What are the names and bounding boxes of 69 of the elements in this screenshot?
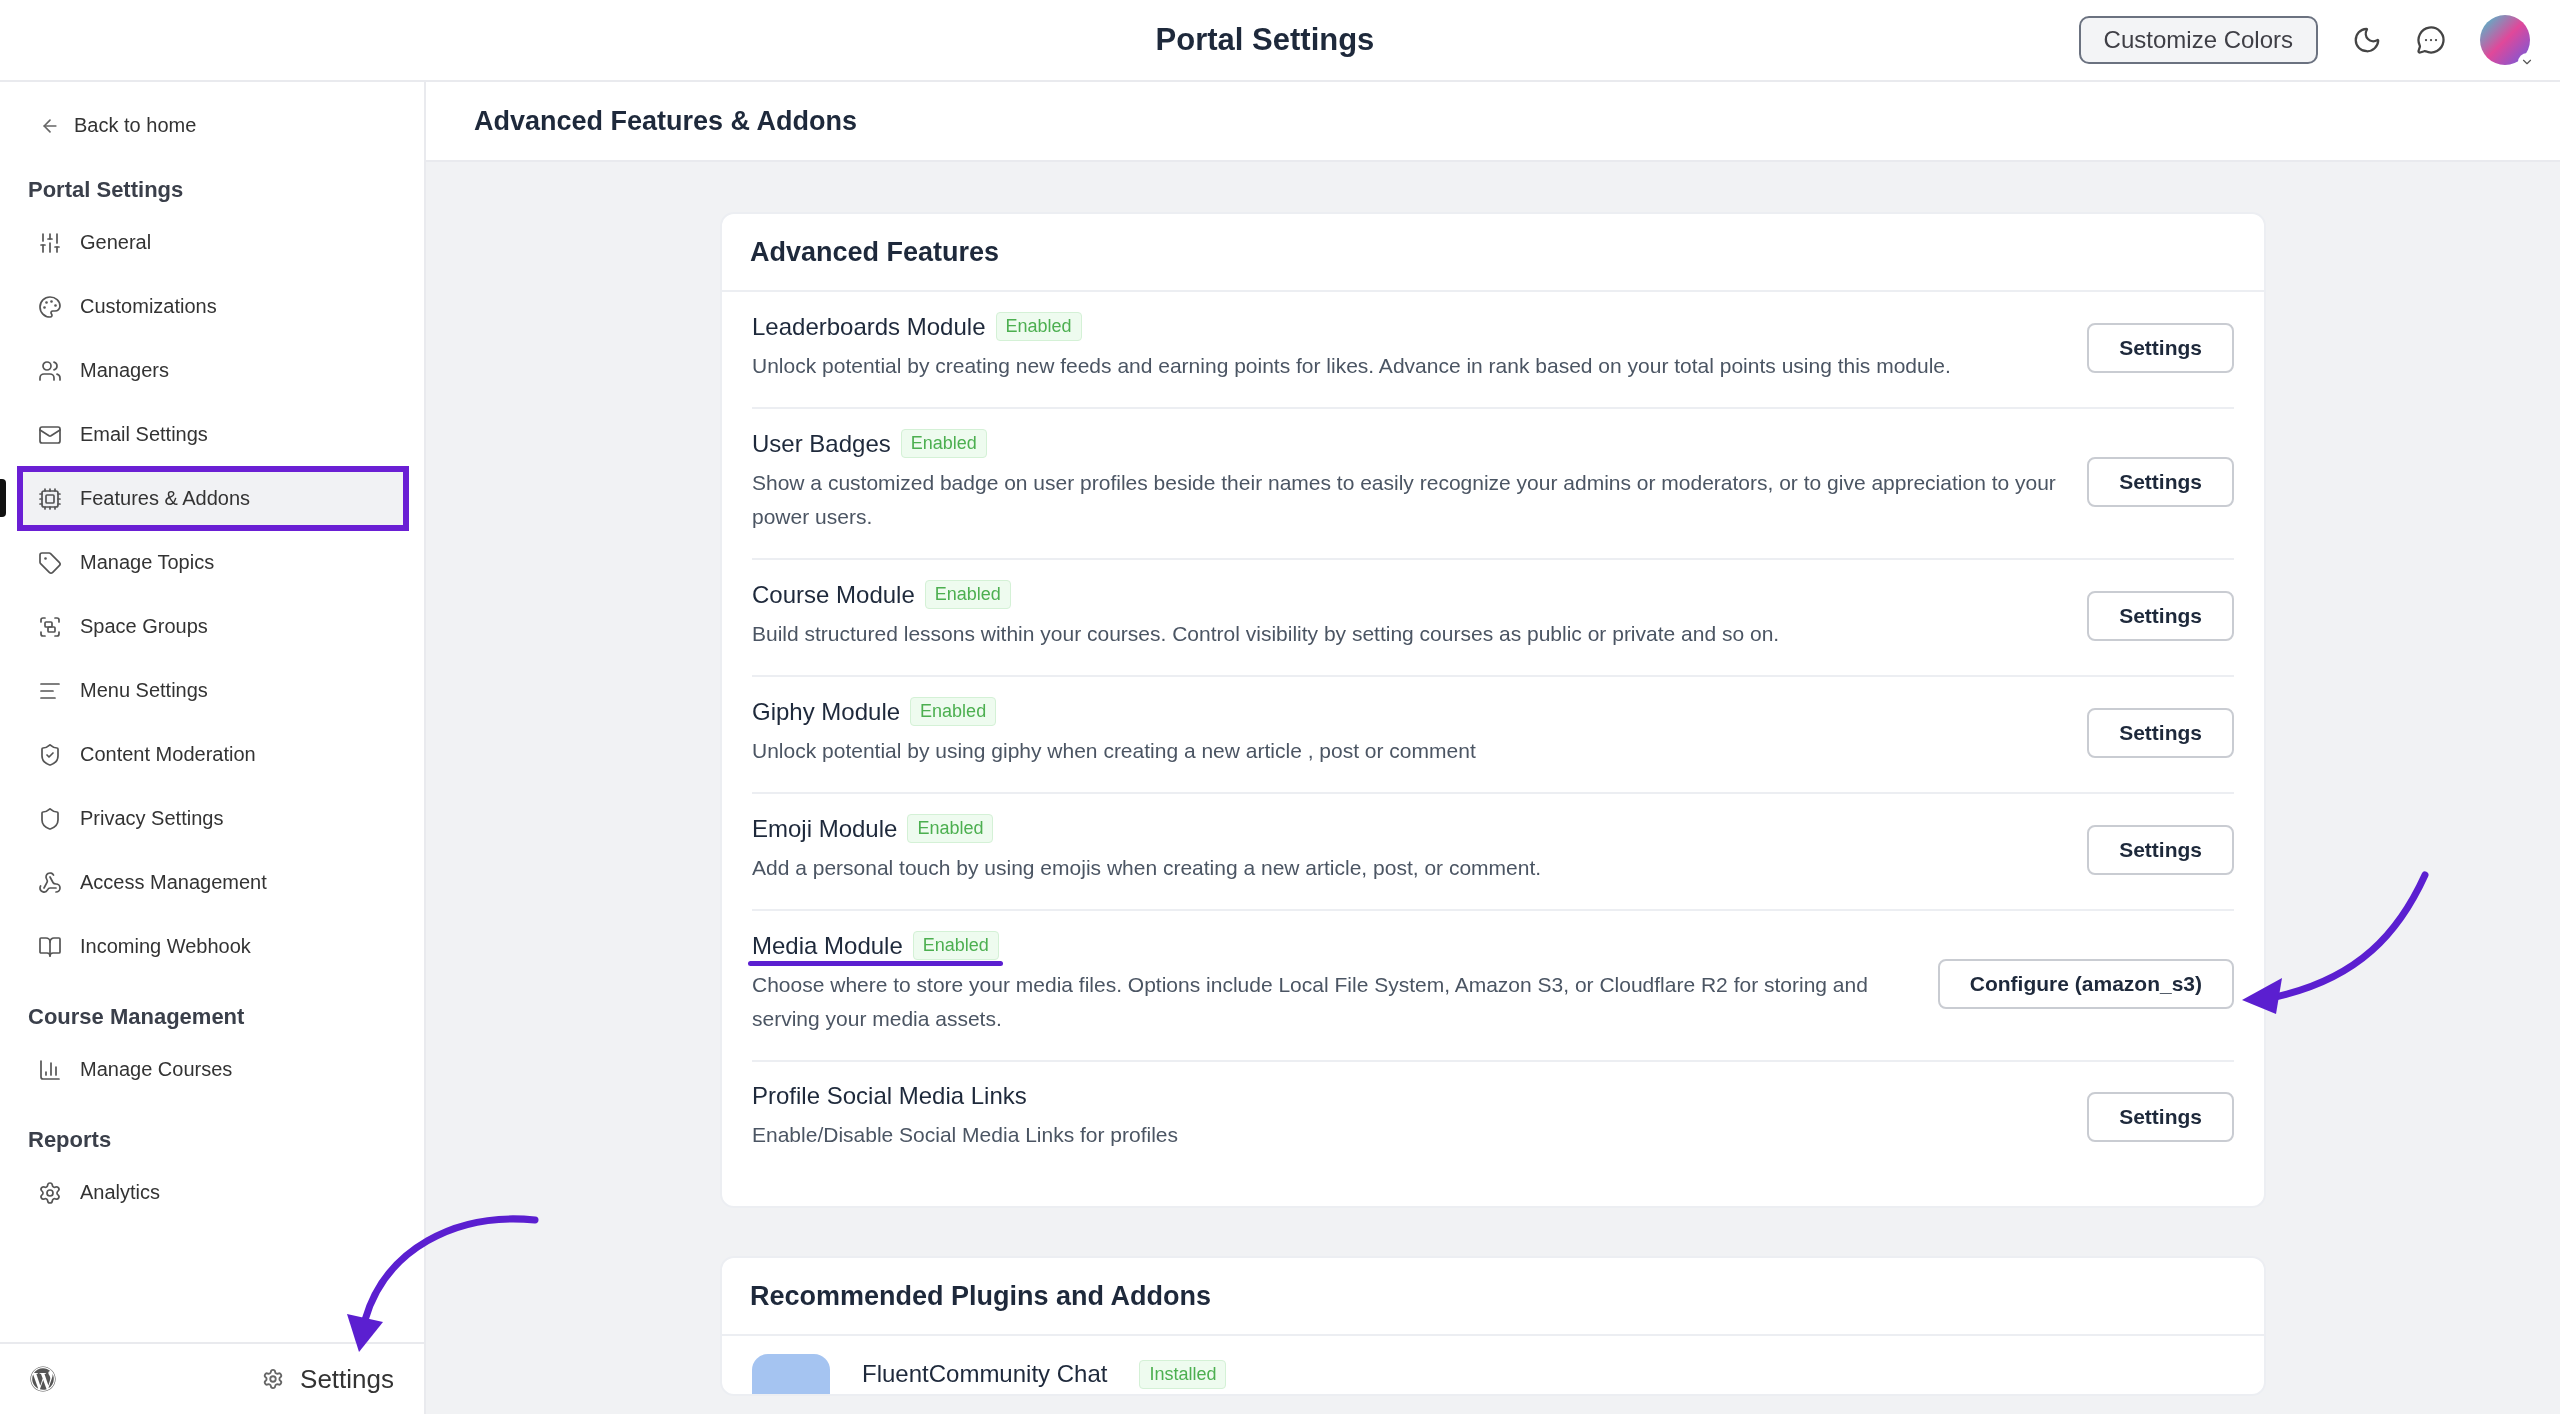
module-settings-button[interactable]: Settings: [2087, 707, 2234, 758]
sidebar-item[interactable]: Email Settings: [20, 405, 406, 464]
module-settings-button[interactable]: Settings: [2087, 322, 2234, 373]
settings-icon: [262, 1368, 285, 1390]
module-settings-button[interactable]: Settings: [2087, 590, 2234, 641]
sidebar-item[interactable]: Access Management: [20, 853, 406, 912]
menu-item-icon: [38, 742, 62, 767]
menu-item-icon: [38, 358, 62, 383]
status-badge: Enabled: [907, 814, 994, 843]
wordpress-logo-icon[interactable]: [30, 1366, 56, 1392]
module-settings-button[interactable]: Settings: [2087, 1092, 2234, 1142]
menu-item-icon: [38, 294, 62, 319]
customize-colors-button[interactable]: Customize Colors: [2078, 16, 2318, 64]
sidebar-item[interactable]: Space Groups: [20, 597, 406, 656]
card-title: Recommended Plugins and Addons: [750, 1280, 1212, 1312]
module-description: Show a customized badge on user profiles beside their names to easily recognize your admins or moderators, or to give appreciation to your power users.: [752, 470, 2057, 530]
status-badge: Enabled: [995, 312, 1082, 341]
module-settings-button[interactable]: Configure (amazon_s3): [1937, 958, 2234, 1009]
moon-icon[interactable]: [2352, 25, 2382, 55]
module-name: Giphy Module: [752, 697, 901, 726]
menu-item-icon: [38, 934, 62, 959]
section-heading: Portal Settings: [28, 177, 185, 203]
sidebar-item[interactable]: Analytics: [20, 1163, 406, 1222]
settings-link[interactable]: Settings: [262, 1363, 394, 1395]
menu-item-icon: [38, 1057, 62, 1082]
menu-item-icon: [38, 230, 62, 255]
module-name: Course Module: [752, 580, 915, 609]
sidebar-item[interactable]: Incoming Webhook: [20, 917, 406, 976]
section-title: Advanced Features & Addons: [474, 105, 858, 137]
menu-item-icon: [38, 870, 62, 895]
menu-item-icon: [38, 806, 62, 831]
sidebar-item[interactable]: Manage Topics: [20, 533, 406, 592]
back-link[interactable]: Back to home: [20, 102, 217, 149]
menu-item-icon: [38, 486, 62, 511]
status-badge: Enabled: [924, 580, 1011, 609]
module-description: Choose where to store your media files. Options include Local File System, Amazon S3, or Cloudflare R2 for storing and serving your media assets.: [752, 972, 1869, 1032]
module-description: Unlock potential by using giphy when creating a new article , post or comment: [752, 738, 1477, 764]
module-name: Profile Social Media Links: [752, 1082, 1027, 1110]
status-badge: Installed: [1139, 1359, 1227, 1389]
sidebar-item[interactable]: Privacy Settings: [20, 789, 406, 848]
plugin-name: FluentCommunity Chat: [862, 1360, 1108, 1388]
active-indicator: [0, 479, 6, 517]
menu-item-icon: [38, 614, 62, 639]
sidebar-item[interactable]: General: [20, 213, 406, 272]
status-badge: Enabled: [900, 429, 987, 458]
card-title: Advanced Features: [750, 236, 1000, 268]
page-title: Portal Settings: [1155, 22, 1375, 58]
status-badge: Enabled: [910, 697, 997, 726]
sidebar-item[interactable]: Content Moderation: [20, 725, 406, 784]
menu-item-icon: [38, 550, 62, 575]
module-description: Enable/Disable Social Media Links for profiles: [752, 1122, 1180, 1148]
sidebar-item[interactable]: Manage Courses: [20, 1040, 406, 1099]
menu-item-icon: [38, 1180, 62, 1205]
sidebar-item[interactable]: Managers: [20, 341, 406, 400]
module-settings-button[interactable]: Settings: [2087, 456, 2234, 507]
section-heading: Reports: [28, 1127, 113, 1153]
status-badge: Enabled: [912, 931, 999, 960]
module-name: User Badges: [752, 429, 891, 458]
chat-icon[interactable]: [2416, 25, 2446, 55]
sidebar-item[interactable]: Customizations: [20, 277, 406, 336]
module-settings-button[interactable]: Settings: [2087, 824, 2234, 875]
section-heading: Course Management: [28, 1004, 246, 1030]
module-name: Emoji Module: [752, 814, 898, 843]
module-name: Media Module: [752, 931, 903, 960]
module-description: Unlock potential by creating new feeds and earning points for likes. Advance in rank based on your total points using this module.: [752, 353, 1952, 379]
module-description: Add a personal touch by using emojis when creating a new article, post, or comment.: [752, 855, 1543, 881]
sidebar-item[interactable]: Menu Settings: [20, 661, 406, 720]
module-description: Build structured lessons within your courses. Control visibility by setting courses as public or private and so on.: [752, 621, 1781, 647]
module-name: Leaderboards Module: [752, 312, 986, 341]
